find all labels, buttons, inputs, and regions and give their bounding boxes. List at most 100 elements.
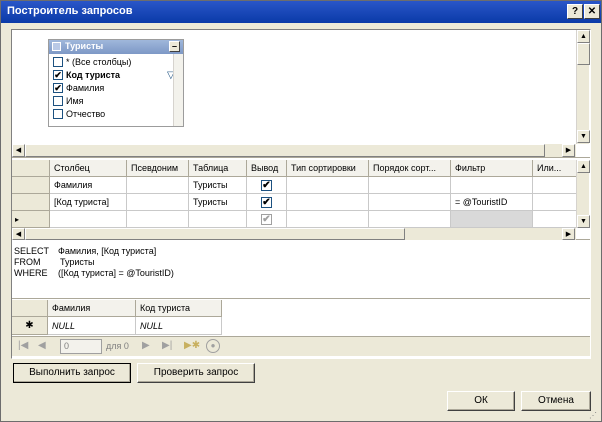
grid-output-cell[interactable]: ✔ bbox=[247, 211, 287, 228]
nav-position-input[interactable]: 0 bbox=[60, 339, 102, 354]
results-cell[interactable]: NULL bbox=[136, 317, 222, 335]
table-box-item-label: Имя bbox=[66, 96, 84, 106]
grid-column-header[interactable]: Или... bbox=[533, 160, 578, 177]
table-box-item[interactable]: Имя bbox=[53, 95, 84, 109]
nav-next-icon[interactable]: ▶ bbox=[142, 340, 150, 351]
grid-or-cell[interactable] bbox=[533, 211, 578, 228]
scroll-left-icon[interactable]: ◀ bbox=[12, 144, 25, 157]
grid-cell-sort-order[interactable] bbox=[369, 177, 451, 194]
table-box-item[interactable]: * (Все столбцы) bbox=[53, 56, 131, 70]
scroll-left-icon[interactable]: ◀ bbox=[12, 228, 25, 240]
verify-query-button[interactable]: Проверить запрос bbox=[137, 363, 255, 383]
scroll-right-icon[interactable]: ▶ bbox=[562, 228, 575, 240]
grid-column-header[interactable]: Порядок сорт... bbox=[369, 160, 451, 177]
checkbox-icon[interactable] bbox=[53, 95, 63, 106]
table-box-item[interactable]: ✔ Код туриста ▽ bbox=[53, 69, 175, 83]
nav-prev-icon[interactable]: ◀ bbox=[38, 340, 46, 351]
scroll-down-icon[interactable]: ▼ bbox=[577, 215, 590, 228]
grid-column-header[interactable]: Фильтр bbox=[451, 160, 533, 177]
grid-cell-sort-order[interactable] bbox=[369, 211, 451, 228]
checkbox-icon[interactable] bbox=[53, 56, 63, 67]
sql-pane[interactable]: SELECT Фамилия, [Код туриста] FROM Туристы W… bbox=[12, 243, 590, 299]
scroll-down-icon[interactable]: ▼ bbox=[577, 130, 590, 143]
nav-new-icon[interactable]: ▶✱ bbox=[184, 340, 200, 351]
scroll-right-icon[interactable]: ▶ bbox=[562, 144, 575, 157]
grid-cell-sort-order[interactable] bbox=[369, 194, 451, 211]
ok-button[interactable]: ОК bbox=[447, 391, 515, 411]
close-button[interactable]: ✕ bbox=[584, 4, 600, 19]
grid-column-header[interactable]: Тип сортировки bbox=[287, 160, 369, 177]
nav-cancel-icon[interactable]: ● bbox=[206, 339, 220, 353]
grid-cell-alias[interactable] bbox=[127, 194, 189, 211]
nav-first-icon[interactable]: |◀ bbox=[18, 340, 28, 351]
grid-cell-filter[interactable] bbox=[451, 211, 533, 228]
diagram-vscroll[interactable]: ▲ ▼ bbox=[576, 30, 590, 144]
grid-column-header[interactable]: Столбец bbox=[50, 160, 127, 177]
new-row-marker-icon[interactable]: ✱ bbox=[12, 317, 48, 335]
table-box-tourists[interactable]: Туристы – * (Все столбцы) ✔ Код туриста ▽ ✔ Ф… bbox=[48, 39, 184, 127]
query-builder-window: Построитель запросов ? ✕ Туристы – * (Вс… bbox=[0, 0, 602, 422]
grid-row-header[interactable] bbox=[12, 194, 50, 211]
results-pane: Фамилия Код туриста ✱ NULL NULL |◀ ◀ 0 для 0… bbox=[12, 300, 590, 358]
resize-grip-icon[interactable]: ⋰ bbox=[589, 411, 599, 421]
results-cell[interactable]: NULL bbox=[48, 317, 136, 335]
grid-column-header[interactable]: Таблица bbox=[189, 160, 247, 177]
diagram-pane: Туристы – * (Все столбцы) ✔ Код туриста ▽ ✔ Ф… bbox=[12, 30, 590, 158]
grid-cell-table[interactable] bbox=[189, 211, 247, 228]
sql-keyword: FROM bbox=[14, 257, 41, 267]
grid-vscroll[interactable]: ▲ ▼ bbox=[576, 160, 590, 228]
grid-cell-sort-type[interactable] bbox=[287, 211, 369, 228]
sql-clause-text: Фамилия, [Код туриста] bbox=[58, 246, 157, 256]
table-box-item[interactable]: Отчество bbox=[53, 108, 105, 122]
diagram-hscroll[interactable]: ◀ ▶ bbox=[12, 144, 576, 157]
grid-cell-alias[interactable] bbox=[127, 177, 189, 194]
checkbox-checked-icon[interactable]: ✔ bbox=[53, 69, 63, 80]
grid-cell-sort-type[interactable] bbox=[287, 177, 369, 194]
grid-output-cell[interactable]: ✔ bbox=[247, 177, 287, 194]
table-box-title: Туристы bbox=[65, 41, 104, 51]
output-checkbox-icon[interactable]: ✔ bbox=[261, 197, 272, 209]
grid-row-header[interactable] bbox=[12, 177, 50, 194]
results-corner bbox=[12, 300, 48, 317]
grid-cell-filter[interactable] bbox=[451, 177, 533, 194]
scroll-thumb[interactable] bbox=[577, 43, 590, 65]
hscroll-thumb[interactable] bbox=[25, 144, 545, 157]
sql-keyword: SELECT bbox=[14, 246, 50, 256]
table-box-header[interactable]: Туристы – bbox=[49, 40, 183, 54]
execute-query-button[interactable]: Выполнить запрос bbox=[13, 363, 131, 383]
hscroll-thumb[interactable] bbox=[25, 228, 405, 240]
cancel-button[interactable]: Отмена bbox=[521, 391, 591, 411]
scroll-up-icon[interactable]: ▲ bbox=[577, 30, 590, 43]
results-column-header[interactable]: Фамилия bbox=[48, 300, 136, 317]
grid-output-cell[interactable]: ✔ bbox=[247, 194, 287, 211]
sql-keyword: WHERE bbox=[14, 268, 48, 278]
output-checkbox-icon[interactable]: ✔ bbox=[261, 180, 272, 192]
grid-cell-column[interactable]: Фамилия bbox=[50, 177, 127, 194]
table-box-item[interactable]: ✔ Фамилия bbox=[53, 82, 104, 96]
help-button[interactable]: ? bbox=[567, 4, 583, 19]
nav-last-icon[interactable]: ▶| bbox=[162, 340, 172, 351]
scroll-up-icon[interactable]: ▲ bbox=[577, 160, 590, 173]
results-column-header[interactable]: Код туриста bbox=[136, 300, 222, 317]
grid-or-cell[interactable] bbox=[533, 177, 578, 194]
title-bar: Построитель запросов ? ✕ bbox=[1, 1, 601, 23]
grid-cell-filter[interactable]: = @TouristID bbox=[451, 194, 533, 211]
grid-column-header[interactable]: Вывод bbox=[247, 160, 287, 177]
grid-column-header[interactable]: Псевдоним bbox=[127, 160, 189, 177]
checkbox-checked-icon[interactable]: ✔ bbox=[53, 82, 63, 93]
grid-cell-column[interactable] bbox=[50, 211, 127, 228]
grid-cell-table[interactable]: Туристы bbox=[189, 194, 247, 211]
grid-row-header[interactable]: ▸ bbox=[12, 211, 50, 228]
grid-cell-table[interactable]: Туристы bbox=[189, 177, 247, 194]
table-box-scrollbar[interactable] bbox=[173, 54, 183, 126]
output-checkbox-icon[interactable]: ✔ bbox=[261, 214, 272, 226]
grid-hscroll[interactable]: ◀ ▶ bbox=[12, 228, 576, 240]
grid-cell-column[interactable]: [Код туриста] bbox=[50, 194, 127, 211]
grid-cell-alias[interactable] bbox=[127, 211, 189, 228]
checkbox-icon[interactable] bbox=[53, 108, 63, 119]
grid-or-cell[interactable] bbox=[533, 194, 578, 211]
grid-cell-sort-type[interactable] bbox=[287, 194, 369, 211]
minimize-button[interactable]: – bbox=[169, 41, 180, 52]
criteria-pane: Столбец Псевдоним Таблица Вывод Тип сортиров… bbox=[12, 160, 590, 240]
window-title: Построитель запросов bbox=[7, 5, 133, 17]
